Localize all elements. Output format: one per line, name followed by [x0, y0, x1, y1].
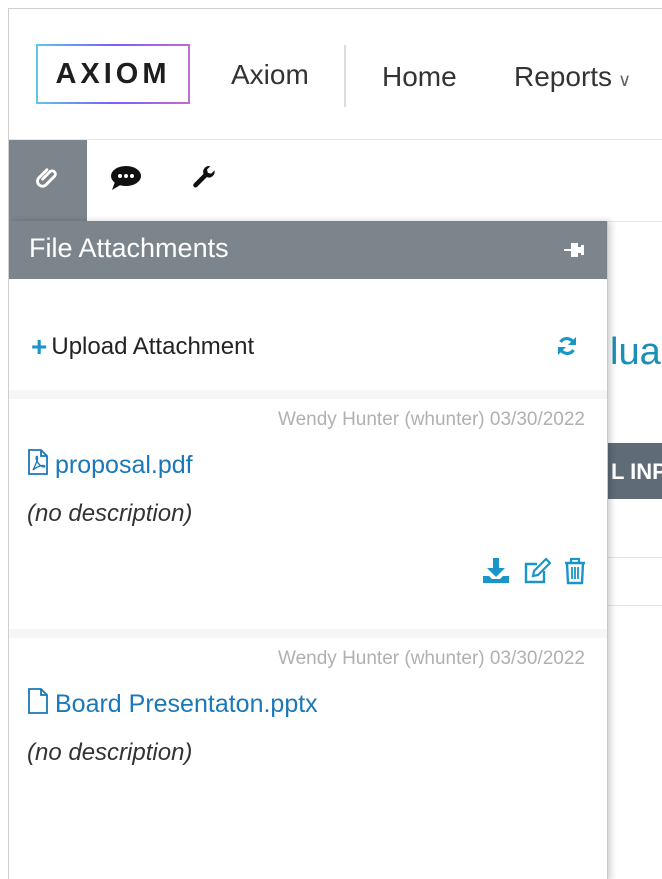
app-window: AXIOM Axiom Home Reports ∨ lua L INP Fil… — [8, 8, 662, 879]
trash-icon[interactable] — [563, 557, 587, 585]
comments-icon — [109, 164, 143, 197]
attachment-description: (no description) — [27, 500, 193, 527]
nav-reports-label: Reports — [514, 61, 613, 92]
paperclip-icon — [35, 165, 61, 196]
panel-header: File Attachments — [9, 221, 607, 279]
wrench-icon — [190, 164, 218, 197]
attachment-actions — [481, 557, 587, 585]
page-tab-label[interactable]: L INP — [611, 459, 662, 485]
download-icon[interactable] — [481, 557, 511, 585]
file-icon — [27, 688, 49, 721]
attachment-filename: Board Presentaton.pptx — [55, 690, 318, 718]
tab-tools[interactable] — [165, 140, 243, 221]
attachment-item: Wendy Hunter (whunter) 03/30/2022 Board … — [9, 629, 607, 868]
upload-row: + Upload Attachment — [9, 279, 607, 390]
upload-attachment-label: Upload Attachment — [51, 333, 255, 360]
top-navbar: AXIOM Axiom Home Reports ∨ — [9, 9, 662, 140]
pin-icon[interactable] — [563, 241, 585, 264]
file-attachments-panel: File Attachments + Upload Attachment Wend… — [9, 221, 608, 879]
divider — [607, 557, 662, 558]
nav-divider — [344, 45, 346, 107]
tab-attachments[interactable] — [9, 140, 87, 221]
attachment-link[interactable]: proposal.pdf — [27, 449, 193, 482]
nav-home-link[interactable]: Home — [382, 61, 457, 93]
attachment-link[interactable]: Board Presentaton.pptx — [27, 688, 318, 721]
divider — [607, 605, 662, 606]
page-tab-bar: L INP — [599, 443, 662, 499]
plus-icon: + — [31, 331, 48, 362]
attachment-description: (no description) — [27, 739, 193, 766]
attachment-meta: Wendy Hunter (whunter) 03/30/2022 — [278, 409, 585, 430]
nav-reports-menu[interactable]: Reports ∨ — [514, 61, 631, 93]
pdf-file-icon — [27, 449, 49, 482]
page-title: lua — [610, 331, 661, 373]
attachment-filename: proposal.pdf — [55, 451, 193, 479]
axiom-logo[interactable]: AXIOM — [36, 44, 190, 104]
refresh-icon[interactable] — [555, 334, 579, 363]
tab-comments[interactable] — [87, 140, 165, 221]
chevron-down-icon: ∨ — [618, 70, 632, 90]
panel-title: File Attachments — [29, 233, 229, 263]
app-name-link[interactable]: Axiom — [231, 59, 309, 91]
attachment-meta: Wendy Hunter (whunter) 03/30/2022 — [278, 648, 585, 669]
upload-attachment-button[interactable]: + Upload Attachment — [31, 331, 254, 363]
panel-tab-strip — [9, 140, 662, 222]
edit-icon[interactable] — [523, 557, 551, 585]
attachment-item: Wendy Hunter (whunter) 03/30/2022 propos… — [9, 390, 607, 629]
